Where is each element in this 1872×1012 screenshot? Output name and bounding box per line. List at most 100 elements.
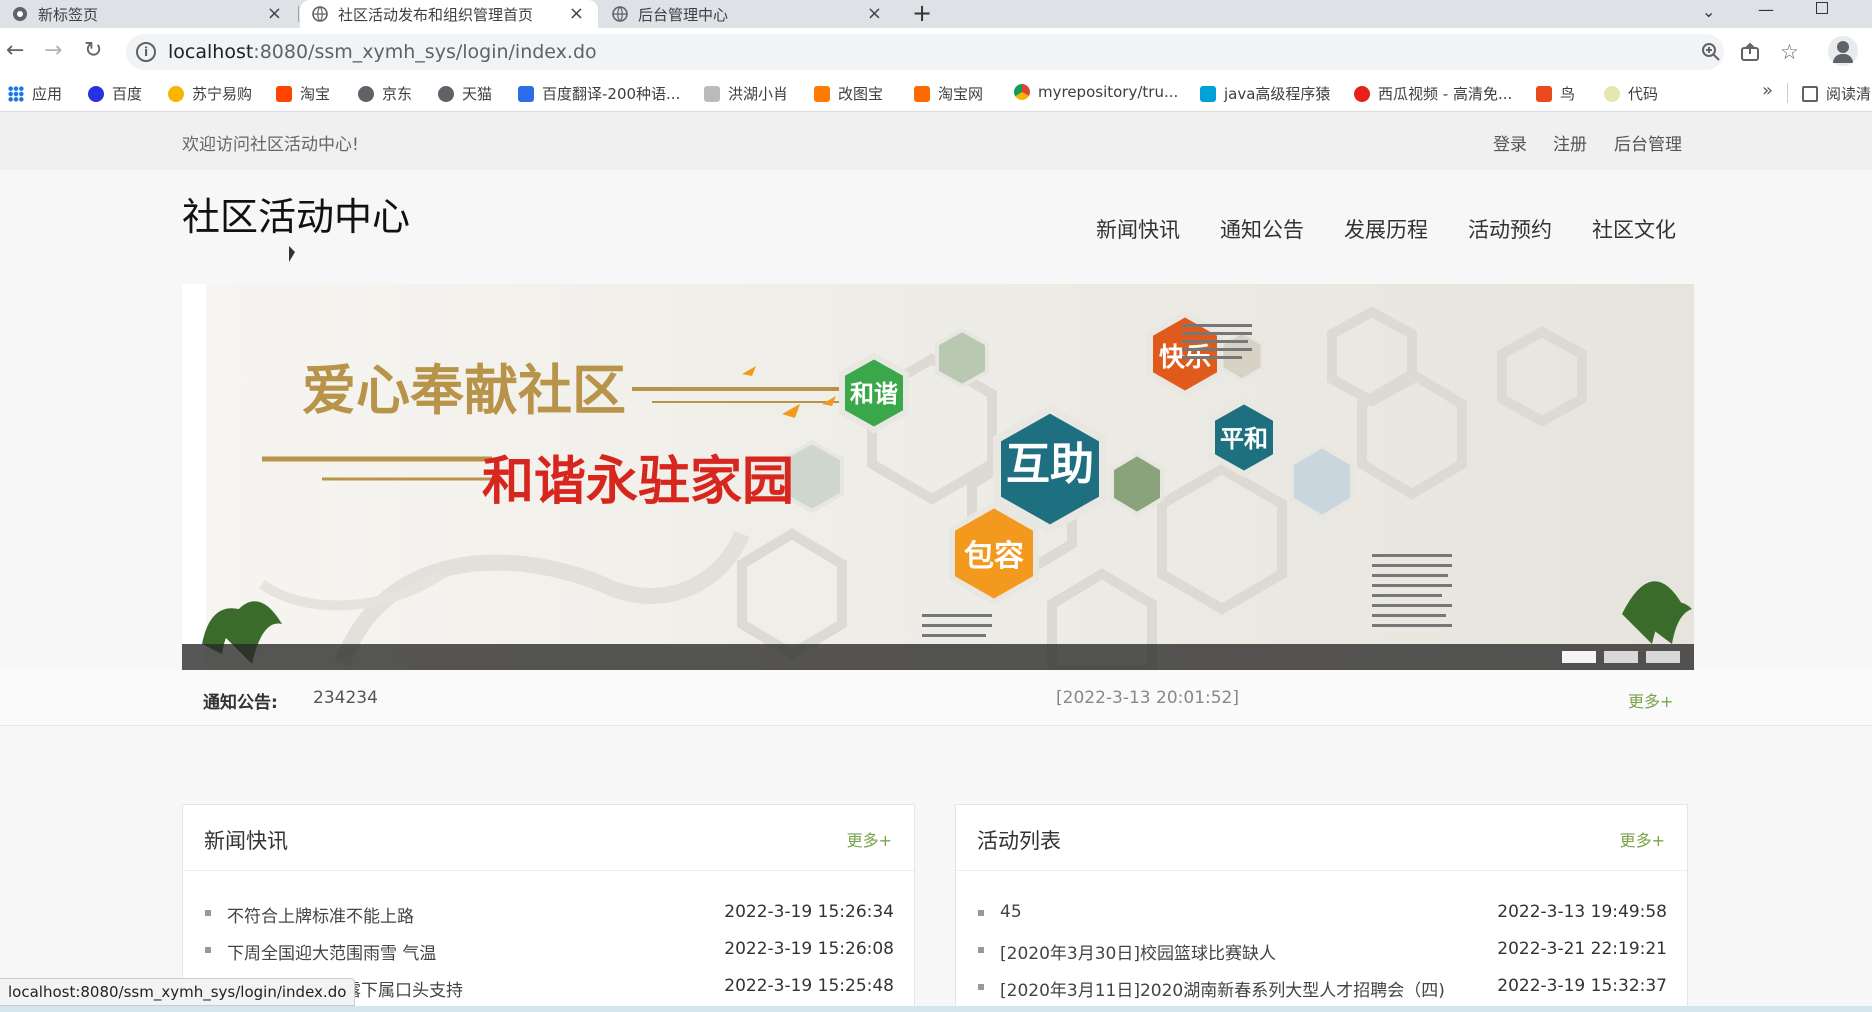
banner-hex-word: 互助 (1006, 439, 1094, 490)
notice-label: 通知公告: (203, 693, 278, 713)
panel-header: 活动列表 更多+ (956, 805, 1687, 871)
bookmark-label: 鸟 (1560, 85, 1576, 103)
close-icon[interactable]: × (267, 3, 282, 24)
list-item-title[interactable]: 下周全国迎大范围雨雪 气温 (227, 939, 436, 964)
activities-more-link[interactable]: 更多+ (1620, 827, 1665, 851)
list-item[interactable]: 不符合上牌标准不能上路 2022-3-19 15:26:34 (183, 899, 914, 931)
bookmark-baidu[interactable]: 百度 (88, 83, 142, 104)
list-item[interactable]: 下周全国迎大范围雨雪 气温 2022-3-19 15:26:08 (183, 936, 914, 968)
bookmarks-overflow-button[interactable]: » (1762, 80, 1773, 101)
bookmark-label: java高级程序猿 (1224, 85, 1331, 103)
nav-notices[interactable]: 通知公告 (1220, 214, 1304, 244)
news-more-link[interactable]: 更多+ (847, 827, 892, 851)
bullet-icon (205, 947, 211, 953)
site-title[interactable]: 社区活动中心 (182, 186, 410, 241)
notice-text[interactable]: 234234 (313, 688, 378, 708)
bookmark-taobao-net[interactable]: 淘宝网 (914, 83, 983, 104)
url-text: localhost:8080/ssm_xymh_sys/login/index.… (168, 41, 597, 63)
banner-heading-bottom: 和谐永驻家园 (482, 451, 794, 512)
admin-link[interactable]: 后台管理 (1614, 130, 1682, 155)
address-bar[interactable]: i localhost:8080/ssm_xymh_sys/login/inde… (126, 34, 1724, 70)
bird-icon (1536, 85, 1552, 102)
bookmark-suning[interactable]: 苏宁易购 (168, 83, 252, 104)
minimize-icon[interactable]: — (1758, 2, 1774, 18)
tab-community-home[interactable]: 社区活动发布和组织管理首页 × (300, 0, 598, 28)
bookmark-apps[interactable]: 应用 (8, 83, 62, 104)
bullet-icon (978, 910, 984, 916)
banner-hex-word: 平和 (1220, 425, 1268, 453)
bullet-icon (978, 947, 984, 953)
list-item-title[interactable]: [2020年3月11日]2020湖南新春系列大型人才招聘会（四) (1000, 976, 1445, 1001)
banner-indicator-1[interactable] (1562, 651, 1596, 663)
star-icon[interactable]: ☆ (1780, 40, 1799, 64)
list-item-title[interactable]: 不符合上牌标准不能上路 (227, 902, 414, 927)
notice-bar: 通知公告: 234234 [2022-3-13 20:01:52] 更多+ (0, 670, 1872, 726)
bookmark-java[interactable]: java高级程序猿 (1200, 83, 1330, 104)
tab-admin-center[interactable]: 后台管理中心 × (600, 0, 896, 28)
login-link[interactable]: 登录 (1493, 130, 1527, 155)
bookmarks-bar: 应用 百度 苏宁易购 淘宝 京东 天猫 百度翻译-200种语... 洪湖小肖 改… (0, 74, 1872, 112)
close-icon[interactable]: × (569, 3, 584, 24)
list-item-time: 2022-3-13 19:49:58 (1497, 902, 1667, 922)
reload-icon[interactable]: ↻ (84, 38, 102, 64)
reading-list-button[interactable]: 阅读清 (1802, 83, 1871, 104)
bookmark-label: 京东 (382, 85, 413, 103)
tab-title: 社区活动发布和组织管理首页 (338, 5, 534, 24)
translate-icon (518, 85, 534, 102)
url-host: localhost (168, 41, 254, 63)
list-item-time: 2022-3-21 22:19:21 (1497, 939, 1667, 959)
browser-tab-strip: 新标签页 × 社区活动发布和组织管理首页 × 后台管理中心 × + ⌄ — (0, 0, 1872, 28)
bookmark-honghu[interactable]: 洪湖小肖 (704, 83, 788, 104)
close-icon[interactable]: × (867, 3, 882, 24)
baidu-paw-icon (88, 85, 104, 102)
bookmark-code[interactable]: 代码 (1604, 83, 1658, 104)
apps-grid-icon (8, 85, 24, 102)
browser-toolbar: ← → ↻ i localhost:8080/ssm_xymh_sys/logi… (0, 28, 1872, 74)
bird-icon (704, 85, 720, 102)
info-icon[interactable]: i (136, 42, 156, 62)
list-item-time: 2022-3-19 15:26:08 (724, 939, 894, 959)
taobao-icon (276, 85, 292, 102)
window-bottom-edge (0, 1006, 1872, 1012)
bookmark-jd[interactable]: 京东 (358, 83, 412, 104)
zoom-icon[interactable] (1701, 42, 1721, 67)
bookmark-gaitubao[interactable]: 改图宝 (814, 83, 883, 104)
banner-indicator-2[interactable] (1604, 651, 1638, 663)
list-item[interactable]: 45 2022-3-13 19:49:58 (956, 899, 1687, 931)
forward-arrow-icon[interactable]: → (44, 38, 62, 64)
list-item[interactable]: [2020年3月30日]校园篮球比赛缺人 2022-3-21 22:19:21 (956, 936, 1687, 968)
chevron-down-icon[interactable]: ⌄ (1702, 4, 1715, 20)
list-item-time: 2022-3-19 15:32:37 (1497, 976, 1667, 996)
bookmark-label: myrepository/tru... (1038, 83, 1179, 101)
nav-history[interactable]: 发展历程 (1344, 214, 1428, 244)
back-arrow-icon[interactable]: ← (6, 38, 24, 64)
bookmark-baidu-translate[interactable]: 百度翻译-200种语... (518, 83, 680, 104)
globe-icon (438, 85, 454, 102)
activities-panel: 活动列表 更多+ 45 2022-3-13 19:49:58 [2020年3月3… (955, 804, 1688, 1012)
bookmark-label: 改图宝 (838, 85, 884, 103)
list-item-title[interactable]: 45 (1000, 902, 1022, 922)
profile-avatar-icon[interactable] (1828, 36, 1858, 66)
share-icon[interactable] (1740, 42, 1760, 67)
notice-more-link[interactable]: 更多+ (1628, 688, 1673, 712)
nav-news[interactable]: 新闻快讯 (1096, 214, 1180, 244)
bookmark-taobao[interactable]: 淘宝 (276, 83, 330, 104)
bookmark-bird[interactable]: 鸟 (1536, 83, 1575, 104)
list-item[interactable]: [2020年3月11日]2020湖南新春系列大型人才招聘会（四) 2022-3-… (956, 973, 1687, 1005)
nav-activity-booking[interactable]: 活动预约 (1468, 214, 1552, 244)
hero-banner[interactable]: 和谐 互助 包容 快乐 平和 爱心奉献社区 和谐永驻家园 (182, 284, 1694, 670)
tab-new-tab[interactable]: 新标签页 × (0, 0, 296, 28)
list-item-title[interactable]: [2020年3月30日]校园篮球比赛缺人 (1000, 939, 1276, 964)
taobao-icon (914, 85, 930, 102)
bookmark-tmall[interactable]: 天猫 (438, 83, 492, 104)
bookmark-label: 洪湖小肖 (728, 85, 789, 103)
banner-indicator-3[interactable] (1646, 651, 1680, 663)
nav-community-culture[interactable]: 社区文化 (1592, 214, 1676, 244)
bookmark-label: 西瓜视频 - 高清免... (1378, 85, 1513, 103)
suning-icon (168, 85, 184, 102)
new-tab-button[interactable]: + (912, 0, 932, 26)
restore-icon[interactable] (1816, 2, 1828, 14)
bookmark-xigua[interactable]: 西瓜视频 - 高清免... (1354, 83, 1512, 104)
register-link[interactable]: 注册 (1553, 130, 1587, 155)
bookmark-myrepository[interactable]: myrepository/tru... (1014, 83, 1178, 101)
